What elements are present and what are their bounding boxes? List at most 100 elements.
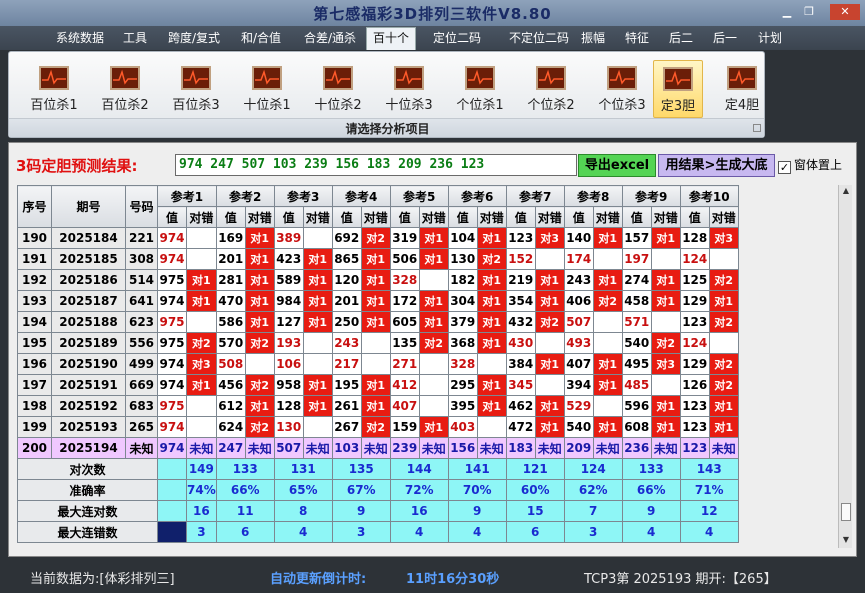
table-row[interactable]: 193 2025187 641 974 对1 470 对1 984 对1 201 对1 172 对1 30… (17, 290, 739, 312)
value-cell: 571 (621, 311, 652, 333)
checkbox-icon[interactable]: ✓ (778, 161, 791, 174)
close-icon[interactable]: ✕ (830, 4, 860, 20)
menu-item[interactable]: 计划 (758, 29, 782, 49)
table-row[interactable]: 199 2025193 265 974 624 对2 130 267 对2 159 对1 403 472… (17, 416, 739, 438)
result-cell: 对1 (244, 395, 275, 417)
value-cell: 125 (679, 269, 710, 291)
value-cell: 183 (505, 437, 536, 459)
menu-item[interactable]: 工具 (123, 29, 147, 49)
ribbon-button-label: 十位杀3 (385, 98, 433, 113)
export-excel-button[interactable]: 导出excel (578, 154, 656, 177)
value-cell: 159 (389, 416, 420, 438)
ref-header: 参考7 (505, 185, 565, 207)
result-cell: 对1 (360, 248, 391, 270)
ribbon-button[interactable]: 十位杀1 (234, 60, 300, 118)
generate-base-button[interactable]: 用结果>生成大底 (658, 154, 775, 177)
result-cell: 对1 (418, 290, 449, 312)
table-row[interactable]: 191 2025185 308 974 201 对1 423 对1 865 对1 506 对1 130 对… (17, 248, 739, 270)
prediction-field[interactable]: 974 247 507 103 239 156 183 209 236 123 (175, 154, 577, 176)
topmost-checkbox[interactable]: ✓ 窗体置上 (778, 156, 842, 174)
scroll-up-icon[interactable]: ▲ (840, 186, 852, 198)
table-row[interactable]: 196 2025190 499 974 对3 508 106 217 271 328 384 对1 40… (17, 353, 739, 375)
value-cell: 974 (157, 416, 187, 438)
ribbon-button[interactable]: 定4胆 (717, 60, 767, 118)
value-cell: 157 (621, 227, 652, 249)
menu-item[interactable]: 特征 (625, 29, 649, 49)
vertical-scrollbar[interactable]: ▲ ▼ (838, 185, 852, 548)
value-header: 值 (389, 206, 420, 228)
result-cell (302, 332, 333, 354)
ribbon-button[interactable]: 十位杀3 (376, 60, 442, 118)
analysis-table: 序号 期号 号码 参考1 参考2 参考3 参考4 参考5 参考6 参考7 参考8 参考9 参考10 值对错… (17, 185, 739, 543)
table-row-pending[interactable]: 200 2025194 未知 974 未知 247 未知 507 未知 103 未知 239 未知 156… (17, 437, 739, 459)
value-cell: 506 (389, 248, 420, 270)
ribbon-button-label: 百位杀1 (30, 98, 78, 113)
period-cell: 2025192 (51, 395, 126, 417)
stat-value: 4 (621, 521, 681, 543)
stat-value: 9 (331, 500, 391, 522)
result-cell: 对1 (534, 269, 565, 291)
ribbon-button[interactable]: 个位杀3 (589, 60, 655, 118)
ribbon-button[interactable]: 百位杀2 (92, 60, 158, 118)
result-cell: 对2 (534, 311, 565, 333)
minimize-icon[interactable]: ▁ (776, 4, 798, 20)
ribbon-button-label: 定3胆 (660, 99, 696, 114)
ribbon-button[interactable]: 十位杀2 (305, 60, 371, 118)
menu-item[interactable]: 不定位二码 (509, 29, 569, 49)
stat-value: 11 (215, 500, 275, 522)
value-cell: 495 (621, 353, 652, 375)
result-cell: 对1 (650, 416, 681, 438)
value-cell: 345 (505, 374, 536, 396)
table-row[interactable]: 190 2025184 221 974 169 对1 389 692 对2 319 对1 104 对1 1… (17, 227, 739, 249)
table-row[interactable]: 198 2025192 683 975 612 对1 128 对1 261 对1 407 395 对1 4… (17, 395, 739, 417)
menu-item[interactable]: 百十个 (366, 27, 417, 50)
menu-item[interactable]: 合差/通杀 (304, 29, 356, 49)
chart-icon (110, 66, 140, 90)
ribbon-button[interactable]: 个位杀1 (447, 60, 513, 118)
restore-icon[interactable]: ❐ (798, 4, 820, 20)
result-cell: 对1 (476, 290, 507, 312)
ribbon-launcher-icon[interactable] (753, 124, 761, 132)
value-cell: 692 (331, 227, 362, 249)
menu-item[interactable]: 和/合值 (241, 29, 281, 49)
menu-item[interactable]: 后二 (669, 29, 693, 49)
menu-item[interactable]: 定位二码 (433, 29, 481, 49)
menu-item[interactable]: 跨度/复式 (168, 29, 220, 49)
ref-header: 参考10 (679, 185, 739, 207)
table-row[interactable]: 194 2025188 623 975 586 对1 127 对1 250 对1 605 对1 379 对… (17, 311, 739, 333)
seq-cell: 196 (17, 353, 52, 375)
menu-bar: 系统数据 工具 跨度/复式 和/合值 合差/通杀 百十个 定位二码 不定位二码 振幅 特征 后二 后一… (0, 26, 865, 50)
table-row[interactable]: 195 2025189 556 975 对2 570 对2 193 243 135 对2 368 对1 4… (17, 332, 739, 354)
ribbon-button[interactable]: 定3胆 (653, 60, 703, 118)
table-row[interactable]: 192 2025186 514 975 对1 281 对1 589 对1 120 对1 328 182 对… (17, 269, 739, 291)
menu-item[interactable]: 振幅 (581, 29, 605, 49)
table-row[interactable]: 197 2025191 669 974 对1 456 对2 958 对1 195 对1 412 295 对… (17, 374, 739, 396)
value-cell: 403 (447, 416, 478, 438)
value-cell: 243 (331, 332, 362, 354)
stat-value: 4 (389, 521, 449, 543)
result-cell: 对1 (534, 395, 565, 417)
scroll-thumb[interactable] (841, 503, 851, 521)
value-cell: 319 (389, 227, 420, 249)
number-cell: 未知 (125, 437, 158, 459)
result-header: 对错 (360, 206, 391, 228)
menu-item[interactable]: 后一 (713, 29, 737, 49)
ribbon-button[interactable]: 百位杀3 (163, 60, 229, 118)
result-header: 对错 (244, 206, 275, 228)
number-cell: 556 (125, 332, 158, 354)
scroll-down-icon[interactable]: ▼ (840, 535, 852, 547)
value-cell: 407 (389, 395, 420, 417)
ribbon-button[interactable]: 个位杀2 (518, 60, 584, 118)
value-cell: 589 (273, 269, 304, 291)
menu-item[interactable]: 系统数据 (56, 29, 104, 49)
result-cell (708, 248, 739, 270)
stat-value: 67% (331, 479, 391, 501)
chart-icon (663, 67, 693, 91)
stat-spacer (157, 500, 187, 522)
value-cell: 120 (331, 269, 362, 291)
result-cell: 未知 (650, 437, 681, 459)
ribbon-button[interactable]: 百位杀1 (21, 60, 87, 118)
period-cell: 2025188 (51, 311, 126, 333)
result-cell (592, 332, 623, 354)
period-cell: 2025194 (51, 437, 126, 459)
